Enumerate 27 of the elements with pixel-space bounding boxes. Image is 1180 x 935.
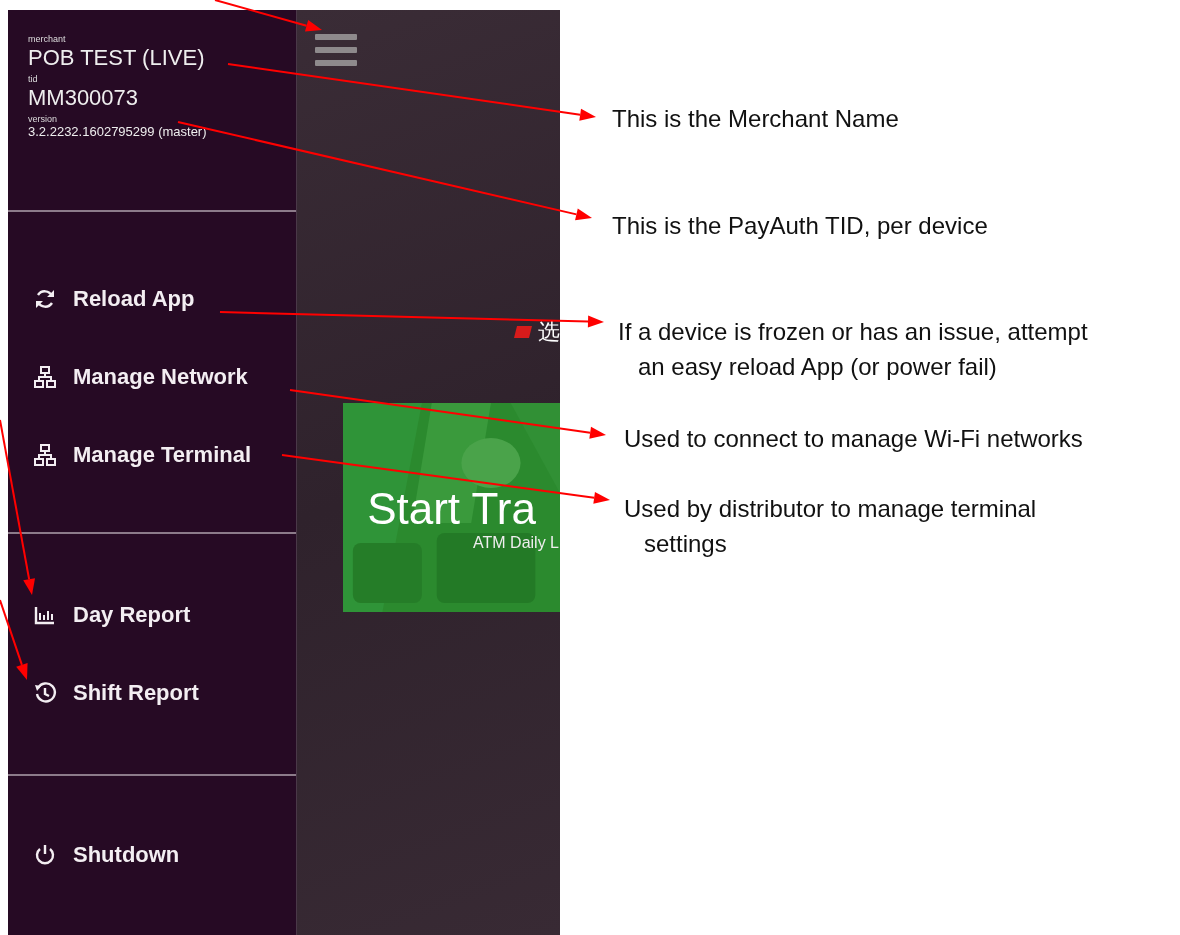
network-icon (33, 365, 57, 389)
tid-value: MM300073 (28, 84, 139, 112)
version-label: version (28, 114, 57, 124)
history-icon (33, 681, 57, 705)
annotation-text: Used by distributor to manage terminal settings (624, 494, 1037, 559)
annotation-text: If a device is frozen or has an issue, attempt an easy reload App (or power fail) (618, 317, 1088, 382)
annotation-text: This is the Merchant Name (612, 104, 899, 134)
flag-icon (514, 326, 532, 338)
menu-item[interactable]: Day Report (8, 576, 199, 654)
reload-icon (33, 287, 57, 311)
card-subtitle: ATM Daily L (473, 533, 559, 552)
menu-item[interactable]: Manage Network (8, 338, 256, 416)
start-card[interactable]: Start Tra ATM Daily L (343, 403, 560, 612)
menu-item[interactable]: Manage Terminal (8, 416, 260, 494)
merchant-name: POB TEST (LIVE) (28, 44, 205, 72)
card-title: Start Tra (367, 483, 536, 534)
network-icon (33, 443, 57, 467)
menu-item[interactable]: Reload App (8, 260, 203, 338)
tid-label: tid (28, 74, 38, 84)
menu-item[interactable]: Shutdown (8, 816, 188, 894)
menu-item[interactable]: Shift Report (8, 654, 207, 732)
version-value: 3.2.2232.1602795299 (master) (28, 124, 207, 139)
annotation-text: This is the PayAuth TID, per device (612, 211, 988, 241)
merchant-label: merchant (28, 34, 66, 44)
power-icon (33, 843, 57, 867)
annotation-text: Used to connect to manage Wi-Fi networks (624, 424, 1083, 454)
language-label[interactable]: 选 (538, 317, 560, 347)
